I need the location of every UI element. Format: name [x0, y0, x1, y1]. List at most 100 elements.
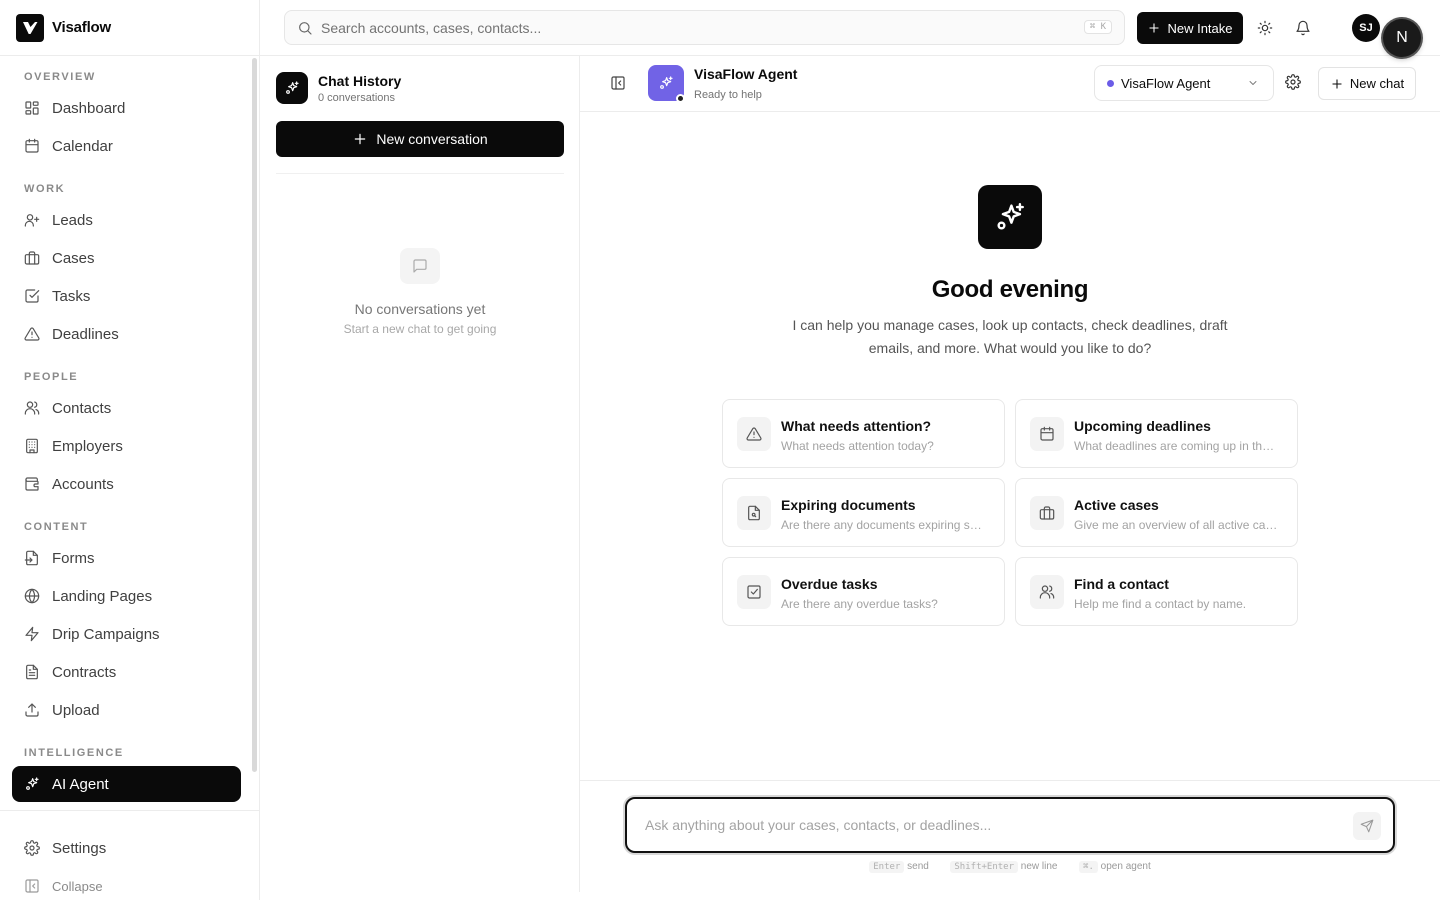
sidebar-item-label: Calendar: [52, 137, 113, 155]
agent-settings-button[interactable]: [1285, 74, 1301, 90]
sidebar-item-dashboard[interactable]: Dashboard: [12, 90, 241, 126]
search-icon: [297, 20, 313, 36]
section-label-overview: OVERVIEW: [24, 71, 96, 83]
suggestion-card[interactable]: What needs attention? What needs attenti…: [722, 399, 1005, 468]
notifications-button[interactable]: [1292, 17, 1314, 39]
sidebar-item-employers[interactable]: Employers: [12, 428, 241, 464]
suggestion-title: Expiring documents: [781, 497, 916, 513]
search-input[interactable]: Search accounts, cases, contacts... ⌘ K: [284, 10, 1125, 45]
empty-state-subtitle: Start a new chat to get going: [343, 322, 497, 336]
new-conversation-label: New conversation: [376, 131, 488, 147]
greeting: Good evening: [931, 276, 1089, 303]
chat-header: VisaFlow Agent Ready to help VisaFlow Ag…: [580, 56, 1440, 112]
wallet-icon: [24, 476, 40, 492]
sidebar-item-settings[interactable]: Settings: [12, 830, 241, 866]
gear-icon: [24, 840, 40, 856]
keyboard-hints: Enter send Shift+Enter new line ⌘. open …: [580, 861, 1440, 873]
briefcase-icon: [1030, 496, 1064, 530]
chat-history-panel: Chat History 0 conversations New convers…: [260, 56, 580, 892]
sidebar-item-label: Dashboard: [52, 99, 126, 117]
toggle-history-button[interactable]: [610, 75, 626, 91]
chat-input[interactable]: Ask anything about your cases, contacts,…: [625, 797, 1395, 853]
floating-avatar[interactable]: N: [1383, 19, 1421, 57]
hint-key: Enter: [869, 861, 905, 873]
sidebar-item-label: Forms: [52, 549, 95, 567]
plus-icon: [352, 131, 368, 147]
send-button[interactable]: [1353, 812, 1381, 840]
users-icon: [1030, 575, 1064, 609]
section-label-content: CONTENT: [24, 521, 89, 533]
suggestion-card[interactable]: Upcoming deadlines What deadlines are co…: [1015, 399, 1298, 468]
suggestion-card[interactable]: Expiring documents Are there any documen…: [722, 478, 1005, 547]
sidebar-item-label: Cases: [52, 249, 95, 267]
top-bar: Search accounts, cases, contacts... ⌘ K …: [260, 0, 1440, 57]
suggestion-desc: Are there any documents expiring soon?: [781, 518, 986, 532]
upload-icon: [24, 702, 40, 718]
checkbox-icon: [737, 575, 771, 609]
brand[interactable]: Visaflow: [0, 0, 259, 56]
form-icon: [24, 550, 40, 566]
sidebar-item-tasks[interactable]: Tasks: [12, 278, 241, 314]
warning-icon: [24, 326, 40, 342]
sidebar: Visaflow OVERVIEW Dashboard Calendar WOR…: [0, 0, 260, 900]
empty-state-title: No conversations yet: [354, 301, 486, 317]
chat-history-title: Chat History: [318, 72, 402, 89]
sidebar-item-contracts[interactable]: Contracts: [12, 654, 241, 690]
message-square-icon: [400, 248, 440, 284]
new-chat-label: New chat: [1349, 76, 1405, 91]
suggestion-title: Upcoming deadlines: [1074, 418, 1211, 434]
search-shortcut: ⌘ K: [1083, 20, 1112, 34]
new-chat-button[interactable]: New chat: [1318, 67, 1416, 100]
sparkles-icon: [658, 75, 674, 91]
chevron-down-icon: [1247, 77, 1259, 89]
user-avatar[interactable]: SJ: [1352, 14, 1380, 42]
new-intake-button[interactable]: New Intake: [1137, 12, 1243, 44]
agent-select-value: VisaFlow Agent: [1121, 75, 1211, 91]
agent-select[interactable]: VisaFlow Agent: [1094, 65, 1274, 101]
sidebar-item-contacts[interactable]: Contacts: [12, 390, 241, 426]
suggestion-desc: Give me an overview of all active cases: [1074, 518, 1279, 532]
search-placeholder: Search accounts, cases, contacts...: [321, 19, 542, 36]
new-conversation-button[interactable]: New conversation: [276, 121, 564, 157]
sidebar-item-landing-pages[interactable]: Landing Pages: [12, 578, 241, 614]
sidebar-item-upload[interactable]: Upload: [12, 692, 241, 728]
sidebar-item-leads[interactable]: Leads: [12, 202, 241, 238]
bell-icon: [1295, 20, 1311, 36]
sidebar-item-deadlines[interactable]: Deadlines: [12, 316, 241, 352]
chat-input-placeholder: Ask anything about your cases, contacts,…: [645, 817, 992, 833]
composer-area: Ask anything about your cases, contacts,…: [580, 780, 1440, 892]
sun-icon: [1257, 20, 1273, 36]
sparkles-icon: [276, 72, 308, 104]
hint-text: open agent: [1100, 861, 1151, 872]
section-label-people: PEOPLE: [24, 371, 79, 383]
theme-toggle-button[interactable]: [1254, 17, 1276, 39]
sidebar-item-accounts[interactable]: Accounts: [12, 466, 241, 502]
users-icon: [24, 400, 40, 416]
sidebar-scrollbar[interactable]: [252, 58, 257, 772]
sidebar-item-forms[interactable]: Forms: [12, 540, 241, 576]
building-icon: [24, 438, 40, 454]
new-intake-label: New Intake: [1167, 20, 1233, 36]
lightning-icon: [24, 626, 40, 642]
sidebar-item-label: Employers: [52, 437, 123, 455]
agent-color-dot: [1107, 79, 1114, 87]
agent-name: VisaFlow Agent: [694, 66, 798, 82]
warning-icon: [737, 417, 771, 451]
sidebar-item-label: Contacts: [52, 399, 112, 417]
collapse-button[interactable]: Collapse: [24, 878, 103, 894]
sidebar-item-label: Contracts: [52, 663, 117, 681]
app-name: Visaflow: [52, 19, 111, 36]
sidebar-item-label: Tasks: [52, 287, 91, 305]
sidebar-item-cases[interactable]: Cases: [12, 240, 241, 276]
collapse-label: Collapse: [52, 878, 103, 894]
sidebar-item-calendar[interactable]: Calendar: [12, 128, 241, 164]
sidebar-item-drip-campaigns[interactable]: Drip Campaigns: [12, 616, 241, 652]
suggestion-card[interactable]: Overdue tasks Are there any overdue task…: [722, 557, 1005, 626]
sidebar-item-label: Upload: [52, 701, 100, 719]
sidebar-item-ai-agent[interactable]: AI Agent: [12, 766, 241, 802]
suggestion-card[interactable]: Find a contact Help me find a contact by…: [1015, 557, 1298, 626]
panel-left-icon: [610, 75, 626, 91]
suggestion-card[interactable]: Active cases Give me an overview of all …: [1015, 478, 1298, 547]
calendar-icon: [24, 138, 40, 154]
calendar-icon: [1030, 417, 1064, 451]
